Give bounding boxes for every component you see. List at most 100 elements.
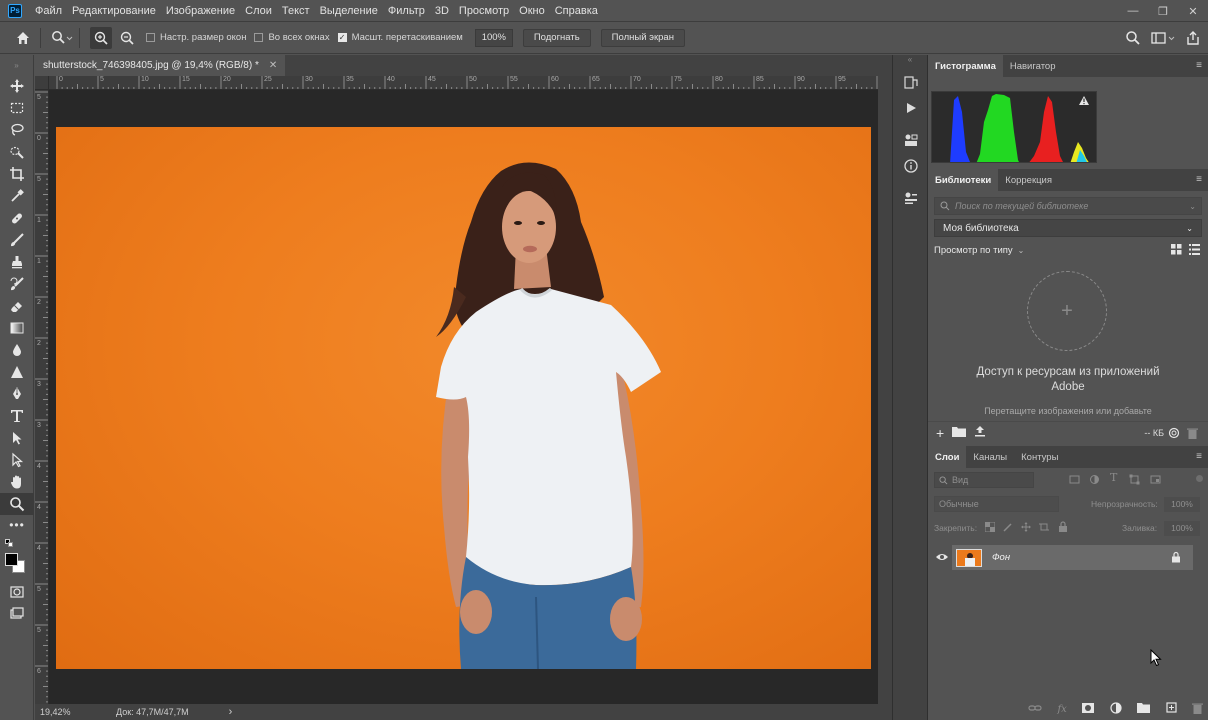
blur-tool-icon[interactable] bbox=[0, 339, 34, 361]
filter-type-icon[interactable]: T bbox=[1110, 471, 1117, 484]
scrubby-zoom-checkbox[interactable]: ✓ Масшт. перетаскиванием bbox=[337, 32, 463, 43]
menu-edit[interactable]: Редактирование bbox=[67, 0, 161, 22]
menu-filter[interactable]: Фильтр bbox=[383, 0, 430, 22]
link-layers-icon[interactable] bbox=[1028, 703, 1042, 716]
menu-window[interactable]: Окно bbox=[514, 0, 550, 22]
layer-name[interactable]: Фон bbox=[992, 552, 1010, 563]
upload-icon[interactable] bbox=[974, 425, 986, 440]
minimize-button[interactable]: — bbox=[1118, 0, 1148, 22]
workspace-icon[interactable] bbox=[1148, 27, 1178, 49]
direct-selection-tool-icon[interactable] bbox=[0, 449, 34, 471]
zoom-tool-icon[interactable] bbox=[0, 493, 34, 515]
fx-icon[interactable]: fx bbox=[1057, 704, 1066, 715]
quick-selection-tool-icon[interactable] bbox=[0, 141, 34, 163]
filter-adjustment-icon[interactable] bbox=[1089, 474, 1100, 488]
filter-pixel-icon[interactable] bbox=[1069, 474, 1080, 488]
add-mask-icon[interactable] bbox=[1082, 702, 1095, 716]
eraser-tool-icon[interactable] bbox=[0, 295, 34, 317]
quick-mask-icon[interactable] bbox=[0, 581, 34, 603]
lock-transparent-icon[interactable] bbox=[984, 521, 996, 535]
cloud-sync-icon[interactable] bbox=[1168, 427, 1180, 442]
chevron-down-icon[interactable]: ⌄ bbox=[1189, 202, 1196, 211]
tab-adjustments[interactable]: Коррекция bbox=[998, 169, 1059, 191]
add-icon[interactable]: + bbox=[936, 425, 944, 441]
brush-tool-icon[interactable] bbox=[0, 229, 34, 251]
folder-icon[interactable] bbox=[952, 426, 967, 440]
screen-mode-icon[interactable] bbox=[0, 603, 34, 625]
vertical-ruler[interactable]: 5051122334445566 bbox=[35, 76, 49, 704]
vertical-scrollbar[interactable] bbox=[878, 76, 892, 704]
zoom-out-icon[interactable] bbox=[116, 27, 138, 49]
crop-tool-icon[interactable] bbox=[0, 163, 34, 185]
tab-histogram[interactable]: Гистограмма bbox=[928, 55, 1003, 77]
chevron-down-icon[interactable]: ⌄ bbox=[1018, 246, 1025, 255]
layer-filter-select[interactable]: Вид bbox=[934, 472, 1034, 488]
ruler-origin[interactable] bbox=[35, 76, 49, 90]
filter-smart-object-icon[interactable] bbox=[1150, 474, 1161, 488]
type-tool-icon[interactable] bbox=[0, 405, 34, 427]
marquee-tool-icon[interactable] bbox=[0, 97, 34, 119]
view-by-type-dropdown[interactable]: Просмотр по типу bbox=[934, 245, 1013, 256]
fit-screen-button[interactable]: Подогнать bbox=[522, 28, 591, 47]
menu-view[interactable]: Просмотр bbox=[454, 0, 514, 22]
menu-layers[interactable]: Слои bbox=[240, 0, 277, 22]
resize-windows-checkbox[interactable]: Настр. размер окон bbox=[146, 32, 246, 43]
fill-screen-button[interactable]: Полный экран bbox=[600, 28, 685, 47]
menu-type[interactable]: Текст bbox=[277, 0, 315, 22]
panel-menu-icon[interactable]: ≡ bbox=[1196, 451, 1202, 462]
adjustments-panel-icon[interactable] bbox=[893, 185, 929, 211]
zoom-percent-field[interactable]: 100% bbox=[474, 28, 513, 47]
foreground-color-swatch[interactable] bbox=[5, 553, 18, 566]
tab-channels[interactable]: Каналы bbox=[966, 446, 1014, 468]
status-menu-arrow[interactable]: › bbox=[229, 706, 233, 718]
healing-brush-tool-icon[interactable] bbox=[0, 207, 34, 229]
home-icon[interactable] bbox=[12, 27, 34, 49]
history-brush-tool-icon[interactable] bbox=[0, 273, 34, 295]
panel-menu-icon[interactable]: ≡ bbox=[1196, 174, 1202, 185]
grid-view-icon[interactable] bbox=[1171, 244, 1182, 258]
gradient-tool-icon[interactable] bbox=[0, 317, 34, 339]
menu-3d[interactable]: 3D bbox=[430, 0, 454, 22]
search-icon[interactable] bbox=[1122, 27, 1144, 49]
lock-artboard-icon[interactable] bbox=[1039, 522, 1049, 535]
tab-libraries[interactable]: Библиотеки bbox=[928, 169, 999, 191]
photo-woman-orange-background[interactable] bbox=[56, 127, 871, 669]
delete-layer-icon[interactable] bbox=[1191, 702, 1203, 717]
more-tools-icon[interactable]: ••• bbox=[0, 515, 34, 535]
tab-layers[interactable]: Слои bbox=[928, 446, 967, 468]
tab-navigator[interactable]: Навигатор bbox=[1003, 55, 1063, 77]
new-adjustment-icon[interactable] bbox=[1110, 701, 1122, 717]
close-tab-icon[interactable]: ✕ bbox=[269, 60, 277, 71]
horizontal-ruler[interactable]: 0510152025303540455055606570758085909510… bbox=[49, 76, 878, 90]
zoom-level[interactable]: 19,42% bbox=[40, 707, 100, 717]
color-swatches[interactable] bbox=[0, 547, 34, 577]
add-asset-icon[interactable]: + bbox=[1027, 271, 1107, 351]
path-selection-tool-icon[interactable] bbox=[0, 427, 34, 449]
new-layer-icon[interactable] bbox=[1165, 702, 1177, 716]
canvas-area[interactable] bbox=[49, 90, 878, 704]
all-windows-checkbox[interactable]: Во всех окнах bbox=[254, 32, 330, 43]
menu-file[interactable]: Файл bbox=[30, 0, 67, 22]
lasso-tool-icon[interactable] bbox=[0, 119, 34, 141]
list-view-icon[interactable] bbox=[1189, 244, 1200, 258]
dodge-tool-icon[interactable] bbox=[0, 361, 34, 383]
menu-image[interactable]: Изображение bbox=[161, 0, 240, 22]
eyedropper-tool-icon[interactable] bbox=[0, 185, 34, 207]
opacity-field[interactable]: 100% bbox=[1164, 496, 1200, 512]
menu-help[interactable]: Справка bbox=[550, 0, 603, 22]
restore-button[interactable]: ❐ bbox=[1148, 0, 1178, 22]
history-panel-icon[interactable] bbox=[893, 69, 929, 95]
fill-field[interactable]: 100% bbox=[1164, 520, 1200, 536]
zoom-in-icon[interactable] bbox=[90, 26, 112, 49]
close-button[interactable]: ✕ bbox=[1178, 0, 1208, 22]
filter-toggle-icon[interactable] bbox=[1196, 475, 1203, 482]
menu-select[interactable]: Выделение bbox=[315, 0, 383, 22]
move-tool-icon[interactable] bbox=[0, 75, 34, 97]
properties-panel-icon[interactable] bbox=[893, 127, 929, 153]
panel-menu-icon[interactable]: ≡ bbox=[1196, 60, 1202, 71]
collapse-arrows-icon[interactable]: » bbox=[0, 55, 33, 75]
document-tab[interactable]: shutterstock_746398405.jpg @ 19,4% (RGB/… bbox=[35, 55, 286, 76]
actions-play-icon[interactable] bbox=[893, 95, 929, 121]
tab-paths[interactable]: Контуры bbox=[1014, 446, 1065, 468]
lock-position-icon[interactable] bbox=[1021, 522, 1031, 535]
